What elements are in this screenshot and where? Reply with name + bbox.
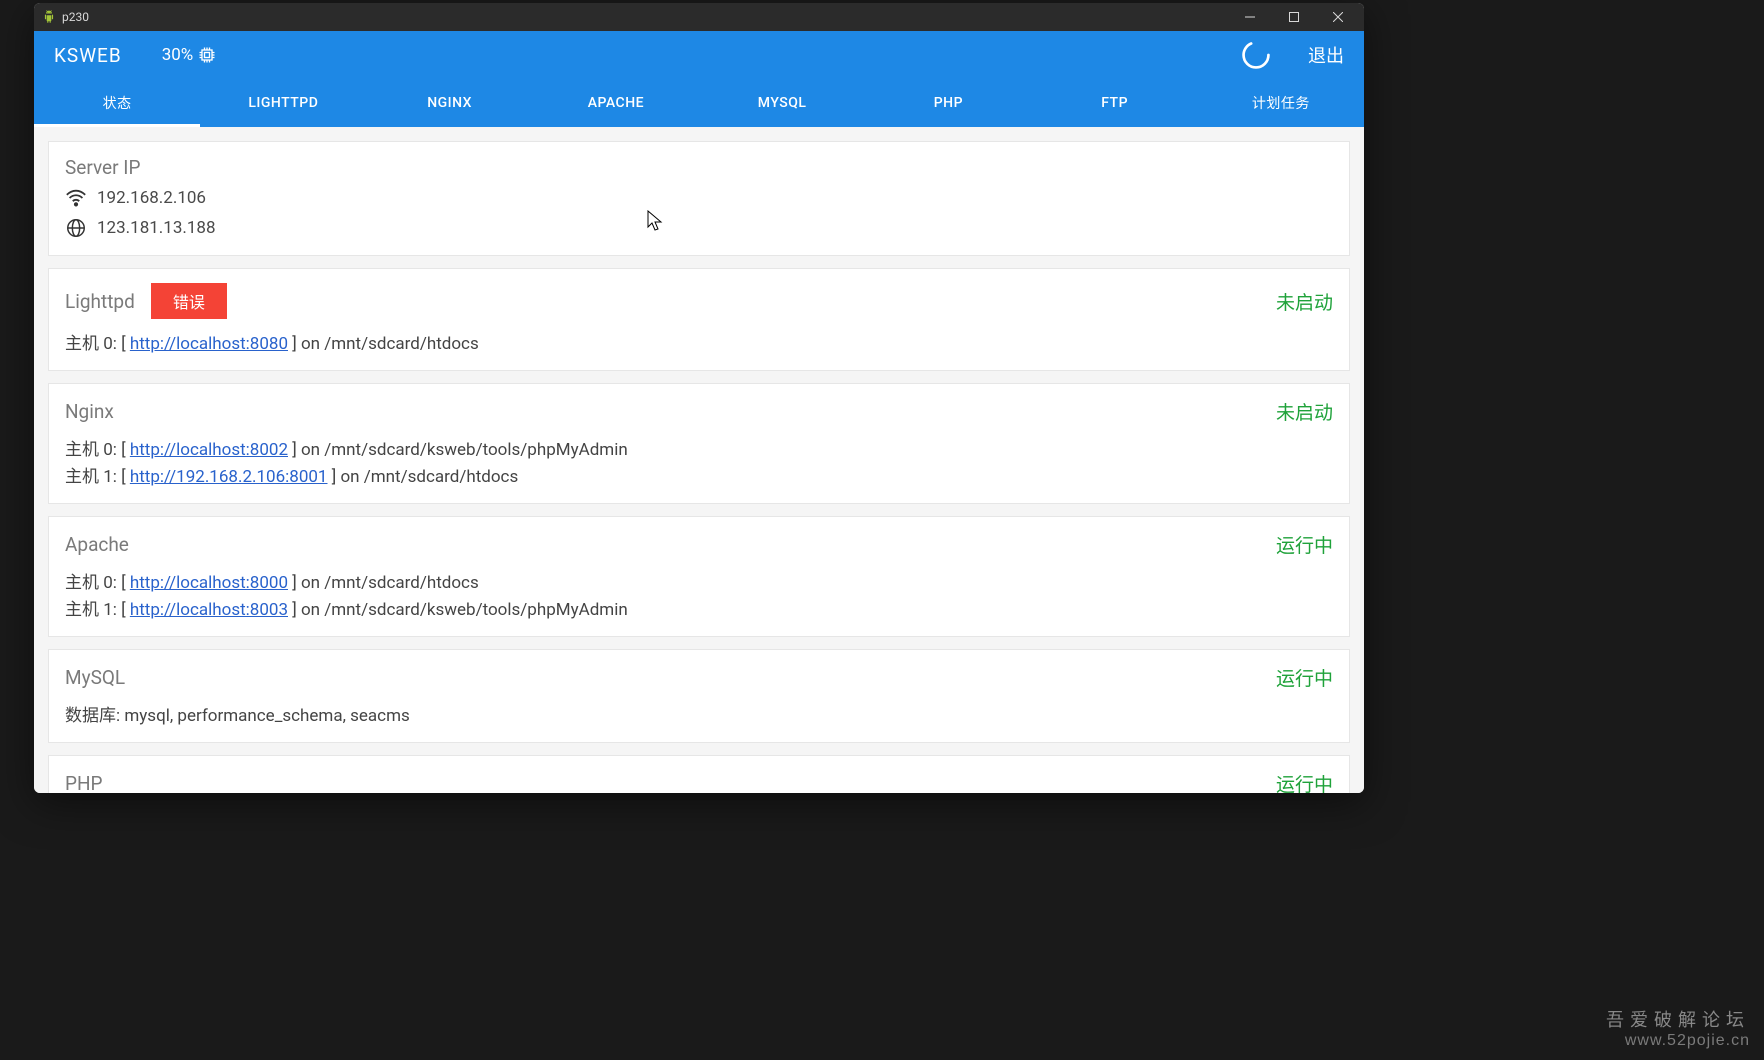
server-ip-title: Server IP <box>65 156 1333 179</box>
wifi-ip-value: 192.168.2.106 <box>97 188 206 208</box>
tab-nginx[interactable]: NGINX <box>367 79 533 127</box>
mysql-status: 运行中 <box>1276 664 1333 691</box>
lighttpd-host-0-link[interactable]: http://localhost:8080 <box>130 334 288 354</box>
minimize-button[interactable] <box>1228 3 1272 31</box>
php-status: 运行中 <box>1276 770 1333 793</box>
maximize-button[interactable] <box>1272 3 1316 31</box>
android-icon <box>42 10 56 24</box>
apache-status: 运行中 <box>1276 531 1333 558</box>
watermark: 吾爱破解论坛 www.52pojie.cn <box>1606 1006 1750 1050</box>
apache-host-0-link[interactable]: http://localhost:8000 <box>130 573 288 593</box>
wifi-ip-row: 192.168.2.106 <box>65 187 1333 209</box>
tab-ftp[interactable]: FTP <box>1032 79 1198 127</box>
card-php: PHP 运行中 <box>48 755 1350 793</box>
apache-host-1: 主机 1: [ http://localhost:8003 ] on /mnt/… <box>65 595 1333 620</box>
nginx-host-0: 主机 0: [ http://localhost:8002 ] on /mnt/… <box>65 435 1333 460</box>
appbar: KSWEB 30% 退出 状态 LIGHTTPD NGINX APACHE MY… <box>34 31 1364 127</box>
php-title: PHP <box>65 772 103 793</box>
loading-spinner-icon <box>1240 39 1272 71</box>
nginx-title: Nginx <box>65 400 114 423</box>
apache-title: Apache <box>65 533 129 556</box>
card-mysql: MySQL 运行中 数据库: mysql, performance_schema… <box>48 649 1350 743</box>
cpu-icon <box>197 45 217 65</box>
app-window: p230 KSWEB 30% 退出 状态 LIGHTTPD NGINX AP <box>34 3 1364 793</box>
tab-lighttpd[interactable]: LIGHTTPD <box>200 79 366 127</box>
tab-php[interactable]: PHP <box>865 79 1031 127</box>
cpu-percent: 30% <box>162 45 194 65</box>
lighttpd-title: Lighttpd <box>65 290 135 313</box>
watermark-line1: 吾爱破解论坛 <box>1606 1006 1750 1032</box>
lighttpd-error-badge[interactable]: 错误 <box>151 283 227 319</box>
content-area: Server IP 192.168.2.106 123.181.13.188 L… <box>34 127 1364 793</box>
nginx-status: 未启动 <box>1276 398 1333 425</box>
tab-cron[interactable]: 计划任务 <box>1198 79 1364 127</box>
lighttpd-host-0: 主机 0: [ http://localhost:8080 ] on /mnt/… <box>65 329 1333 354</box>
close-button[interactable] <box>1316 3 1360 31</box>
card-apache: Apache 运行中 主机 0: [ http://localhost:8000… <box>48 516 1350 637</box>
tabs: 状态 LIGHTTPD NGINX APACHE MYSQL PHP FTP 计… <box>34 79 1364 127</box>
tab-status[interactable]: 状态 <box>34 79 200 127</box>
tab-mysql[interactable]: MYSQL <box>699 79 865 127</box>
cpu-usage: 30% <box>162 45 218 65</box>
nginx-host-0-link[interactable]: http://localhost:8002 <box>130 440 288 460</box>
window-title: p230 <box>62 10 89 24</box>
lighttpd-status: 未启动 <box>1276 288 1333 315</box>
mysql-title: MySQL <box>65 666 125 689</box>
card-lighttpd: Lighttpd 错误 未启动 主机 0: [ http://localhost… <box>48 268 1350 371</box>
public-ip-row: 123.181.13.188 <box>65 217 1333 239</box>
globe-icon <box>65 217 87 239</box>
tab-apache[interactable]: APACHE <box>533 79 699 127</box>
apache-host-0: 主机 0: [ http://localhost:8000 ] on /mnt/… <box>65 568 1333 593</box>
public-ip-value: 123.181.13.188 <box>97 218 216 238</box>
wifi-icon <box>65 187 87 209</box>
titlebar: p230 <box>34 3 1364 31</box>
exit-button[interactable]: 退出 <box>1308 42 1344 68</box>
card-server-ip: Server IP 192.168.2.106 123.181.13.188 <box>48 141 1350 256</box>
app-title: KSWEB <box>54 44 122 67</box>
watermark-line2: www.52pojie.cn <box>1606 1032 1750 1050</box>
nginx-host-1-link[interactable]: http://192.168.2.106:8001 <box>130 467 328 487</box>
card-nginx: Nginx 未启动 主机 0: [ http://localhost:8002 … <box>48 383 1350 504</box>
apache-host-1-link[interactable]: http://localhost:8003 <box>130 600 288 620</box>
nginx-host-1: 主机 1: [ http://192.168.2.106:8001 ] on /… <box>65 462 1333 487</box>
mysql-databases: 数据库: mysql, performance_schema, seacms <box>65 701 1333 726</box>
